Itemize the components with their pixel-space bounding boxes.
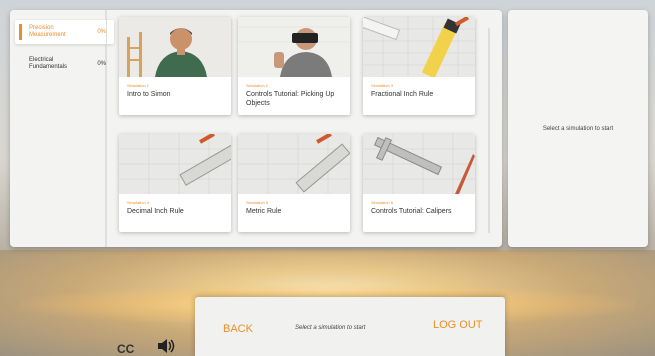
card-subtitle: Simulation 5 bbox=[246, 200, 269, 205]
tape-measure-icon bbox=[363, 17, 475, 77]
simulation-card-4[interactable]: Simulation 4 Decimal Inch Rule bbox=[119, 134, 231, 232]
sidebar-item-electrical-fundamentals[interactable]: Electrical Fundamentals 0% bbox=[15, 52, 114, 76]
sidebar-item-percent: 0% bbox=[97, 28, 106, 35]
ruler-icon bbox=[119, 134, 231, 194]
logout-button[interactable]: LOG OUT bbox=[433, 319, 483, 331]
closed-captions-button[interactable]: CC bbox=[117, 342, 134, 356]
card-title: Controls Tutorial: Picking Up Objects bbox=[246, 91, 335, 107]
status-message: Select a simulation to start bbox=[295, 325, 366, 331]
sidebar-item-percent: 0% bbox=[97, 60, 106, 67]
card-subtitle: Simulation 3 bbox=[371, 83, 394, 88]
sidebar-item-precision-measurement[interactable]: Precision Measurement 0% bbox=[15, 20, 114, 44]
sidebar-item-label: Electrical Fundamentals bbox=[29, 57, 68, 70]
course-sidebar: Precision Measurement 0% Electrical Fund… bbox=[10, 10, 114, 247]
info-message: Select a simulation to start bbox=[542, 125, 614, 132]
card-title: Fractional Inch Rule bbox=[371, 91, 434, 98]
sidebar-item-label: Precision Measurement bbox=[29, 25, 66, 38]
scrollbar[interactable] bbox=[488, 28, 490, 233]
speaker-icon[interactable] bbox=[156, 338, 176, 354]
bottom-nav-bar: BACK Select a simulation to start LOG OU… bbox=[195, 297, 505, 356]
simulation-card-6[interactable]: Simulation 6 Controls Tutorial: Calipers bbox=[363, 134, 475, 232]
vr-scene: Precision Measurement 0% Electrical Fund… bbox=[0, 0, 655, 356]
simulation-info-panel: Select a simulation to start bbox=[508, 10, 648, 247]
person-icon bbox=[119, 17, 231, 77]
card-subtitle: Simulation 4 bbox=[127, 200, 150, 205]
card-title: Intro to Simon bbox=[127, 91, 171, 98]
simulation-card-5[interactable]: Simulation 5 Metric Rule bbox=[238, 134, 350, 232]
card-title: Controls Tutorial: Calipers bbox=[371, 208, 452, 215]
simulation-menu-panel: Precision Measurement 0% Electrical Fund… bbox=[10, 10, 502, 247]
vr-headset-icon bbox=[238, 17, 350, 77]
calipers-icon bbox=[363, 134, 475, 194]
card-title: Decimal Inch Rule bbox=[127, 208, 184, 215]
back-button[interactable]: BACK bbox=[223, 323, 253, 335]
card-subtitle: Simulation 1 bbox=[127, 83, 150, 88]
simulation-grid: Simulation 1 Intro to Simon Simulation 2… bbox=[106, 10, 502, 247]
card-subtitle: Simulation 2 bbox=[246, 83, 269, 88]
simulation-card-2[interactable]: Simulation 2 Controls Tutorial: Picking … bbox=[238, 17, 350, 115]
ruler-icon bbox=[238, 134, 350, 194]
card-title: Metric Rule bbox=[246, 208, 282, 215]
simulation-card-1[interactable]: Simulation 1 Intro to Simon bbox=[119, 17, 231, 115]
card-subtitle: Simulation 6 bbox=[371, 200, 394, 205]
simulation-card-3[interactable]: Simulation 3 Fractional Inch Rule bbox=[363, 17, 475, 115]
